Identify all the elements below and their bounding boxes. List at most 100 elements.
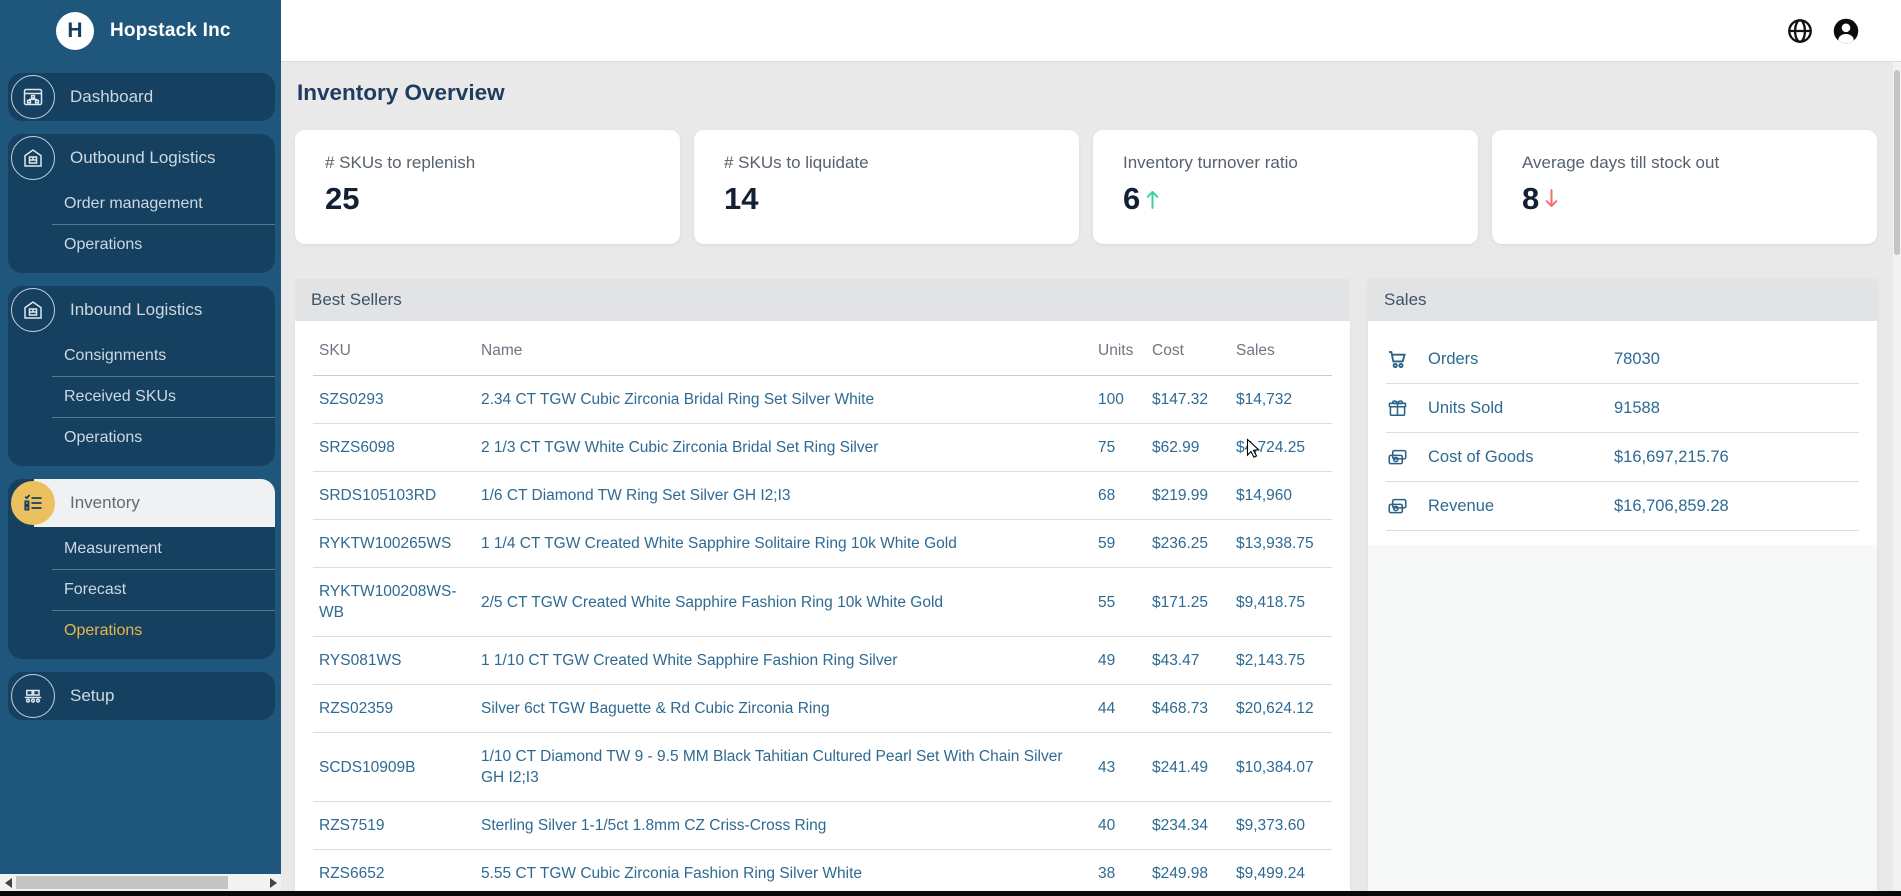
sidebar-group: Setup <box>8 672 275 720</box>
sidebar-horizontal-scrollbar[interactable] <box>0 874 281 891</box>
column-header-cost: Cost <box>1144 321 1228 376</box>
horizontal-scrollbar-thumb[interactable] <box>16 876 228 889</box>
table-row[interactable]: SZS0293 2.34 CT TGW Cubic Zirconia Brida… <box>313 376 1332 424</box>
sku-cell: RYS081WS <box>313 637 473 685</box>
sales-cell: $9,373.60 <box>1228 802 1332 850</box>
gift-icon <box>1386 397 1414 420</box>
sidebar-subitem-forecast[interactable]: Forecast <box>52 569 275 610</box>
sidebar-subitem-operations[interactable]: Operations <box>52 417 275 458</box>
table-row[interactable]: SRZS6098 2 1/3 CT TGW White Cubic Zircon… <box>313 424 1332 472</box>
table-row[interactable]: RZS6652 5.55 CT TGW Cubic Zirconia Fashi… <box>313 850 1332 896</box>
sku-cell: SRZS6098 <box>313 424 473 472</box>
cost-cell: $241.49 <box>1144 733 1228 802</box>
sku-cell: SRDS105103RD <box>313 472 473 520</box>
trend-down-icon <box>1543 187 1560 211</box>
table-row[interactable]: SCDS10909B 1/10 CT Diamond TW 9 - 9.5 MM… <box>313 733 1332 802</box>
brand-name: Hopstack Inc <box>110 20 231 42</box>
sku-cell: RZS7519 <box>313 802 473 850</box>
sales-metric-value: 91588 <box>1614 399 1660 418</box>
globe-icon[interactable] <box>1785 16 1815 46</box>
cost-cell: $236.25 <box>1144 520 1228 568</box>
sidebar-subitem-received-skus[interactable]: Received SKUs <box>52 376 275 417</box>
sidebar-item-outbound-logistics[interactable]: Outbound Logistics <box>8 134 275 182</box>
column-header-sku: SKU <box>313 321 473 376</box>
sales-metric-row: Revenue $16,706,859.28 <box>1386 482 1859 531</box>
scroll-left-arrow-icon[interactable] <box>0 874 16 891</box>
sales-metric-label: Units Sold <box>1428 399 1614 418</box>
units-cell: 59 <box>1090 520 1144 568</box>
sales-cell: $4,724.25 <box>1228 424 1332 472</box>
hopstack-logo-icon: H <box>56 12 94 50</box>
stat-label: Average days till stock out <box>1522 153 1847 173</box>
units-cell: 43 <box>1090 733 1144 802</box>
name-cell: 1/6 CT Diamond TW Ring Set Silver GH I2;… <box>473 472 1090 520</box>
sidebar-subitem-operations[interactable]: Operations <box>52 224 275 265</box>
sales-rows: Orders 78030 Units Sold 91588 Cost of Go… <box>1368 321 1877 545</box>
cart-icon <box>1386 348 1414 371</box>
brand-logo[interactable]: H Hopstack Inc <box>0 0 281 62</box>
sales-metric-label: Orders <box>1428 350 1614 369</box>
stat-card: # SKUs to replenish 25 <box>295 130 680 244</box>
outbound-logistics-icon <box>11 136 55 180</box>
sidebar-item-dashboard[interactable]: Dashboard <box>8 73 275 121</box>
cost-cell: $171.25 <box>1144 568 1228 637</box>
cost-cell: $43.47 <box>1144 637 1228 685</box>
sales-metric-value: $16,706,859.28 <box>1614 497 1729 516</box>
window-bottom-edge <box>0 891 1901 896</box>
table-row[interactable]: RYKTW100208WS-WB 2/5 CT TGW Created Whit… <box>313 568 1332 637</box>
name-cell: 1/10 CT Diamond TW 9 - 9.5 MM Black Tahi… <box>473 733 1090 802</box>
sales-cell: $9,499.24 <box>1228 850 1332 896</box>
sales-metric-row: Orders 78030 <box>1386 335 1859 384</box>
table-row[interactable]: RZS7519 Sterling Silver 1-1/5ct 1.8mm CZ… <box>313 802 1332 850</box>
table-row[interactable]: RZS02359 Silver 6ct TGW Baguette & Rd Cu… <box>313 685 1332 733</box>
sidebar-subitem-order-management[interactable]: Order management <box>52 184 275 224</box>
stat-value: 6 <box>1123 181 1448 217</box>
column-header-name: Name <box>473 321 1090 376</box>
sku-cell: RYKTW100208WS-WB <box>313 568 473 637</box>
sales-title: Sales <box>1368 279 1877 321</box>
sidebar-nav: Dashboard Outbound Logistics Order manag… <box>0 62 281 720</box>
sales-metric-value: $16,697,215.76 <box>1614 448 1729 467</box>
sales-panel: Sales Orders 78030 Units Sold 91588 Cost… <box>1368 279 1877 896</box>
units-cell: 38 <box>1090 850 1144 896</box>
name-cell: Sterling Silver 1-1/5ct 1.8mm CZ Criss-C… <box>473 802 1090 850</box>
stat-card: Inventory turnover ratio 6 <box>1093 130 1478 244</box>
sales-metric-row: Cost of Goods $16,697,215.76 <box>1386 433 1859 482</box>
name-cell: 1 1/4 CT TGW Created White Sapphire Soli… <box>473 520 1090 568</box>
vertical-scrollbar[interactable] <box>1893 62 1901 896</box>
main-content: Inventory Overview # SKUs to replenish 2… <box>281 62 1901 896</box>
stat-label: Inventory turnover ratio <box>1123 153 1448 173</box>
cost-cell: $249.98 <box>1144 850 1228 896</box>
sidebar-item-inbound-logistics[interactable]: Inbound Logistics <box>8 286 275 334</box>
sku-cell: RYKTW100265WS <box>313 520 473 568</box>
vertical-scrollbar-thumb[interactable] <box>1894 70 1900 255</box>
column-header-sales: Sales <box>1228 321 1332 376</box>
inventory-icon <box>11 481 55 525</box>
sidebar-item-label: Outbound Logistics <box>70 148 216 168</box>
units-cell: 55 <box>1090 568 1144 637</box>
table-row[interactable]: SRDS105103RD 1/6 CT Diamond TW Ring Set … <box>313 472 1332 520</box>
dashboard-icon <box>11 75 55 119</box>
sidebar-subitem-consignments[interactable]: Consignments <box>52 336 275 376</box>
sidebar-item-label: Inbound Logistics <box>70 300 202 320</box>
cost-cell: $468.73 <box>1144 685 1228 733</box>
scroll-right-arrow-icon[interactable] <box>265 874 281 891</box>
units-cell: 49 <box>1090 637 1144 685</box>
sidebar-subitem-measurement[interactable]: Measurement <box>52 529 275 569</box>
units-cell: 75 <box>1090 424 1144 472</box>
cost-cell: $62.99 <box>1144 424 1228 472</box>
app-window: H Hopstack Inc Dashboard Outbound Logist… <box>0 0 1901 896</box>
sidebar-item-setup[interactable]: Setup <box>8 672 275 720</box>
sales-metric-value: 78030 <box>1614 350 1660 369</box>
account-icon[interactable] <box>1831 16 1861 46</box>
sales-cell: $9,418.75 <box>1228 568 1332 637</box>
sidebar-item-inventory[interactable]: Inventory <box>8 479 275 527</box>
sku-cell: SZS0293 <box>313 376 473 424</box>
sales-cell: $14,960 <box>1228 472 1332 520</box>
best-sellers-panel: Best Sellers SKU Name Units Cost <box>295 279 1350 896</box>
table-row[interactable]: RYS081WS 1 1/10 CT TGW Created White Sap… <box>313 637 1332 685</box>
stat-value: 8 <box>1522 181 1847 217</box>
sidebar-item-label: Dashboard <box>70 87 153 107</box>
sidebar-subitem-operations[interactable]: Operations <box>52 610 275 651</box>
table-row[interactable]: RYKTW100265WS 1 1/4 CT TGW Created White… <box>313 520 1332 568</box>
